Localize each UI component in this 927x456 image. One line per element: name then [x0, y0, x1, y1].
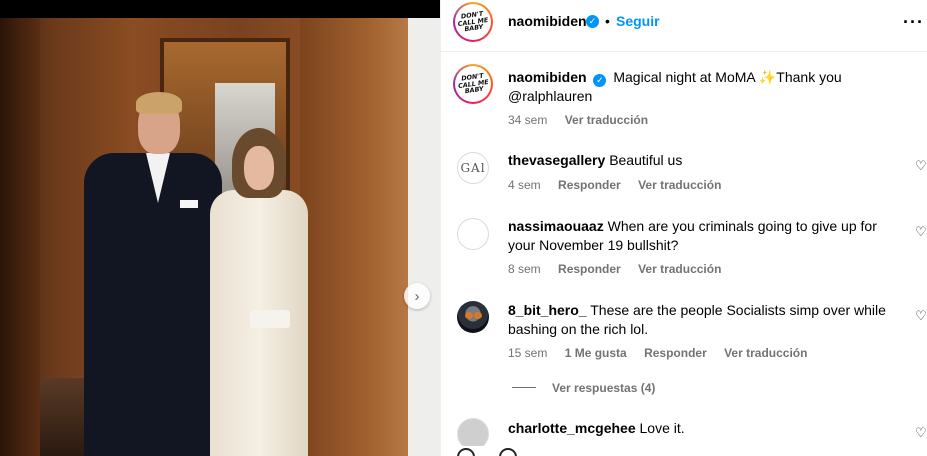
wood-panel-right — [300, 18, 410, 456]
comment-avatar[interactable] — [457, 301, 489, 333]
dont-call-me-baby-logo: DON'T CALL ME BABY — [457, 9, 489, 34]
verified-badge-icon: ✓ — [586, 15, 599, 28]
translate-link[interactable]: Ver traducción — [638, 178, 721, 192]
wall-right — [408, 18, 440, 456]
comment-avatar[interactable]: GAl — [457, 152, 489, 184]
caption-username[interactable]: naomibiden — [508, 69, 587, 85]
post-header: DON'T CALL ME BABY naomibiden ✓ • Seguir… — [441, 0, 927, 52]
gas-mask-avatar — [457, 301, 489, 333]
verified-badge-icon: ✓ — [593, 74, 607, 87]
mask-eye — [474, 312, 482, 319]
post-photo — [0, 18, 440, 456]
comment-username[interactable]: charlotte_mcgehee — [508, 420, 636, 436]
comment-time[interactable]: 15 sem — [508, 346, 547, 360]
comment-body: These are the people Socialists simp ove… — [590, 302, 886, 318]
heart-icon[interactable]: ♡ — [915, 308, 927, 324]
woman-head — [244, 146, 274, 190]
chevron-right-icon: › — [414, 287, 420, 305]
gallery-logo: GAl — [460, 161, 486, 175]
translate-link[interactable]: Ver traducción — [724, 346, 807, 360]
comment-text: nassimaouaaz When are you criminals goin… — [508, 217, 908, 255]
comment-time[interactable]: 8 sem — [508, 262, 541, 276]
man-figure — [84, 153, 222, 456]
comment-meta: 15 sem 1 Me gusta Responder Ver traducci… — [508, 346, 807, 360]
heart-icon[interactable]: ♡ — [915, 425, 927, 441]
reply-link[interactable]: Responder — [558, 262, 621, 276]
comment-username[interactable]: 8_bit_hero_ — [508, 302, 587, 318]
caption-time[interactable]: 34 sem — [508, 113, 547, 127]
next-photo-button[interactable]: › — [404, 283, 430, 309]
mask-eye — [465, 312, 473, 319]
post-sidebar: DON'T CALL ME BABY naomibiden ✓ • Seguir… — [440, 0, 927, 456]
pocket-square — [180, 200, 198, 208]
caption-avatar[interactable]: DON'T CALL ME BABY — [453, 64, 493, 104]
comment-text: 8_bit_hero_ These are the people Sociali… — [508, 301, 908, 339]
heart-icon[interactable]: ♡ — [915, 158, 927, 174]
comment-meta: 4 sem Responder Ver traducción — [508, 178, 721, 192]
comment-body-line2: your November 19 bullshit? — [508, 237, 679, 253]
comment-username[interactable]: nassimaouaaz — [508, 218, 604, 234]
comment-body-line2: bashing on the rich lol. — [508, 321, 649, 337]
author-avatar[interactable]: DON'T CALL ME BABY — [453, 2, 493, 42]
comment-body: Beautiful us — [609, 152, 683, 168]
caption: naomibiden ✓ Magical night at MoMA ✨Than… — [508, 68, 908, 106]
caption-meta: 34 sem Ver traducción — [508, 113, 648, 127]
comment-avatar[interactable] — [457, 218, 489, 250]
follow-button[interactable]: Seguir — [616, 13, 660, 29]
heart-icon[interactable]: ♡ — [915, 224, 927, 240]
view-replies-button[interactable]: Ver respuestas (4) — [552, 381, 655, 395]
dont-call-me-baby-logo: DON'T CALL ME BABY — [457, 71, 489, 96]
comment-username[interactable]: thevasegallery — [508, 152, 605, 168]
post-media: › — [0, 0, 440, 456]
comment-text: charlotte_mcgehee Love it. — [508, 419, 685, 438]
more-options-icon[interactable]: ··· — [903, 12, 924, 33]
caption-body: Magical night at MoMA ✨Thank you — [613, 69, 842, 85]
reply-link[interactable]: Responder — [644, 346, 707, 360]
comment-time[interactable]: 4 sem — [508, 178, 541, 192]
comment-body: When are you criminals going to give up … — [607, 218, 877, 234]
comment-meta: 8 sem Responder Ver traducción — [508, 262, 721, 276]
author-username[interactable]: naomibiden — [508, 13, 587, 29]
separator-dot: • — [605, 13, 610, 29]
reply-link[interactable]: Responder — [558, 178, 621, 192]
replies-divider — [512, 387, 536, 388]
man-hair — [136, 92, 182, 114]
comment-body: Love it. — [639, 420, 685, 436]
likes-count[interactable]: 1 Me gusta — [565, 346, 627, 360]
comment-text: thevasegallery Beautiful us — [508, 151, 682, 170]
caption-mention[interactable]: @ralphlauren — [508, 88, 592, 104]
translate-link[interactable]: Ver traducción — [638, 262, 721, 276]
caption-translate-link[interactable]: Ver traducción — [565, 113, 648, 127]
clutch-bag — [250, 310, 290, 328]
wood-panel-left — [0, 18, 40, 456]
